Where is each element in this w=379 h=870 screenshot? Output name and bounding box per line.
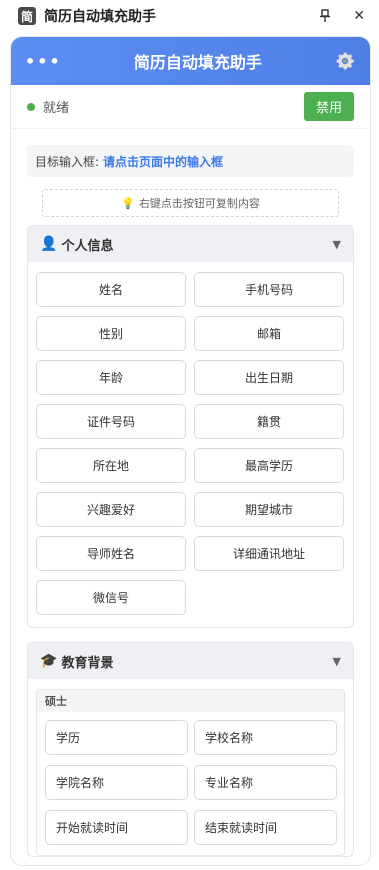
field-button-advisor-name[interactable]: 导师姓名 [36, 536, 186, 571]
window-title: 简历自动填充助手 [44, 9, 156, 25]
status-bar: 就绪 禁用 [11, 85, 370, 129]
close-icon[interactable]: ✕ [353, 8, 365, 24]
field-button-hobbies[interactable]: 兴趣爱好 [36, 492, 186, 527]
field-button-id-number[interactable]: 证件号码 [36, 404, 186, 439]
group-title: 硕士 [37, 690, 344, 712]
field-button-age[interactable]: 年龄 [36, 360, 186, 395]
panel-title: 简历自动填充助手 [133, 53, 262, 72]
field-button-degree[interactable]: 学历 [45, 720, 188, 755]
target-label: 目标输入框: [35, 154, 100, 169]
pin-icon[interactable] [319, 9, 331, 23]
assistant-panel: ••• 简历自动填充助手 就绪 禁用 目标输入框: 请点击页面中的输入框 💡 右… [10, 36, 371, 866]
section-title-education: 教育背景 [61, 655, 114, 671]
field-button-end-date[interactable]: 结束就读时间 [194, 810, 337, 845]
field-button-college[interactable]: 学院名称 [45, 765, 188, 800]
field-button-highest-degree[interactable]: 最高学历 [194, 448, 344, 483]
field-button-wechat[interactable]: 微信号 [36, 580, 186, 615]
section-header-personal[interactable]: 👤 个人信息 ▼ [28, 226, 353, 262]
panel-header: ••• 简历自动填充助手 [11, 37, 370, 85]
section-personal-info: 👤 个人信息 ▼ 姓名 手机号码 性别 邮箱 年龄 出生日期 证件号码 籍贯 所… [27, 225, 354, 628]
field-button-name[interactable]: 姓名 [36, 272, 186, 307]
chevron-down-icon[interactable]: ▼ [333, 655, 341, 668]
section-header-education[interactable]: 🎓 教育背景 ▼ [28, 643, 353, 679]
user-icon: 👤 [40, 236, 58, 252]
section-title-personal: 个人信息 [61, 238, 114, 254]
field-button-native-place[interactable]: 籍贯 [194, 404, 344, 439]
hint-box: 💡 右键点击按钮可复制内容 [42, 189, 339, 217]
lightbulb-icon: 💡 [121, 196, 135, 210]
field-button-major[interactable]: 专业名称 [194, 765, 337, 800]
gear-icon[interactable] [334, 50, 356, 72]
field-button-location[interactable]: 所在地 [36, 448, 186, 483]
graduation-cap-icon: 🎓 [40, 653, 58, 669]
status-indicator: 就绪 [27, 97, 69, 116]
field-button-start-date[interactable]: 开始就读时间 [45, 810, 188, 845]
field-button-birthdate[interactable]: 出生日期 [194, 360, 344, 395]
panel-content: 目标输入框: 请点击页面中的输入框 💡 右键点击按钮可复制内容 👤 个人信息 ▼… [11, 129, 370, 857]
hint-text: 右键点击按钮可复制内容 [138, 197, 260, 210]
window-titlebar: 简 简历自动填充助手 ✕ [0, 0, 379, 32]
field-button-school[interactable]: 学校名称 [194, 720, 337, 755]
target-input-box: 目标输入框: 请点击页面中的输入框 [27, 145, 354, 177]
more-menu-icon[interactable]: ••• [25, 52, 62, 71]
target-value: 请点击页面中的输入框 [103, 154, 224, 169]
disable-button[interactable]: 禁用 [303, 92, 354, 121]
field-button-gender[interactable]: 性别 [36, 316, 186, 351]
status-text: 就绪 [43, 101, 70, 116]
field-button-expected-city[interactable]: 期望城市 [194, 492, 344, 527]
app-icon: 简 [18, 7, 36, 25]
personal-field-grid: 姓名 手机号码 性别 邮箱 年龄 出生日期 证件号码 籍贯 所在地 最高学历 兴… [28, 262, 353, 627]
field-button-phone[interactable]: 手机号码 [194, 272, 344, 307]
section-education: 🎓 教育背景 ▼ 硕士 学历 学校名称 学院名称 专业名称 开始就读时间 结束就… [27, 642, 354, 857]
status-dot [27, 102, 35, 111]
chevron-down-icon[interactable]: ▼ [333, 238, 341, 251]
field-button-email[interactable]: 邮箱 [194, 316, 344, 351]
education-field-grid: 学历 学校名称 学院名称 专业名称 开始就读时间 结束就读时间 [37, 712, 344, 855]
education-group-masters: 硕士 学历 学校名称 学院名称 专业名称 开始就读时间 结束就读时间 [36, 689, 345, 856]
field-button-address[interactable]: 详细通讯地址 [194, 536, 344, 571]
